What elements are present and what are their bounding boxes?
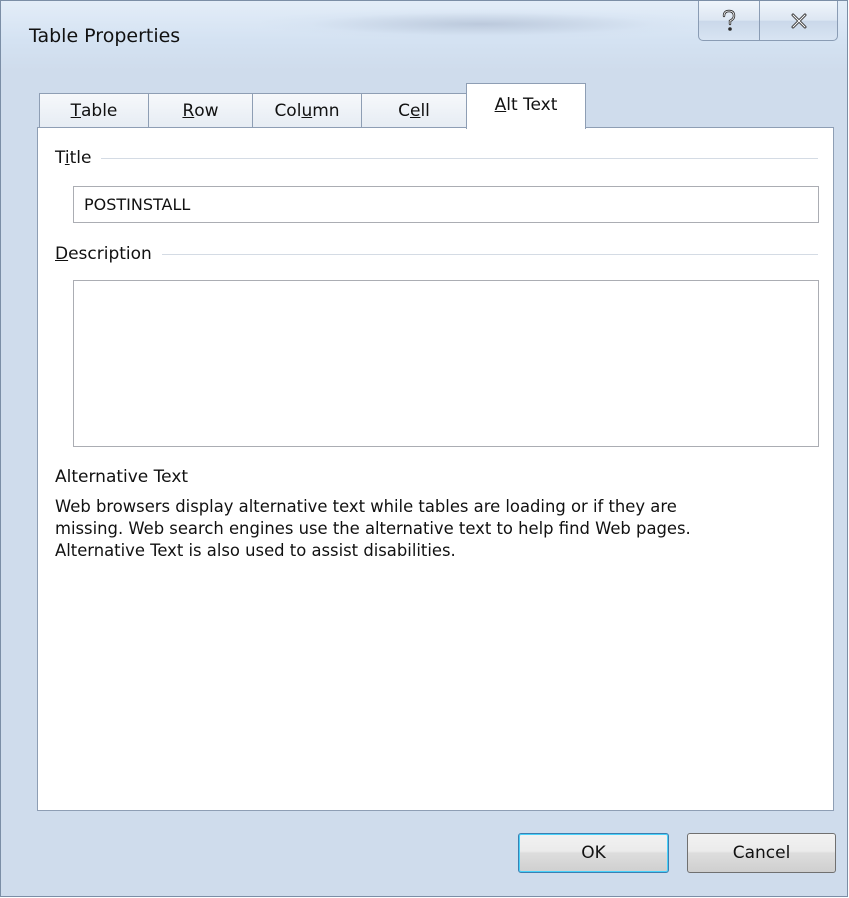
caption-buttons [698,1,838,41]
tab-cell-accesskey: e [409,101,421,121]
tab-column-accesskey: u [301,101,313,121]
description-label: Description [55,244,162,264]
tab-table[interactable]: Table [39,93,149,128]
tab-row[interactable]: Row [148,93,253,128]
description-label-post: escription [68,244,152,264]
description-input[interactable] [73,280,819,447]
description-section-rule [55,254,818,255]
close-icon [791,13,806,28]
tab-column-label-pre: Col [274,101,302,121]
tab-column-label: mn [312,101,340,121]
close-button[interactable] [760,1,838,41]
tab-alt-text-accesskey: A [494,95,507,115]
title-label-post: tle [69,148,92,168]
cancel-button[interactable]: Cancel [687,833,836,873]
titlebar-glow [261,9,701,39]
title-label: Title [55,148,102,168]
tab-row-accesskey: R [182,101,195,121]
title-label-pre: T [55,148,65,168]
tab-table-label: able [81,101,118,121]
title-input[interactable] [73,186,819,223]
alternative-text-heading: Alternative Text [55,467,189,487]
tab-table-accesskey: T [70,101,81,121]
help-button[interactable] [698,1,760,41]
description-label-accesskey: D [55,244,69,264]
table-properties-dialog: Table Properties Table Row Col u mn Cell… [0,0,848,897]
dialog-title: Table Properties [29,25,181,47]
tab-alt-text-label: lt Text [506,95,558,115]
tab-cell-label-pre: C [398,101,410,121]
tab-column[interactable]: Col u mn [252,93,362,128]
title-section-rule [55,158,818,159]
tab-row-label: ow [194,101,219,121]
alternative-text-description: Web browsers display alternative text wh… [55,497,691,560]
tab-alt-text[interactable]: Alt Text [466,83,586,129]
help-icon [722,9,736,31]
tab-cell-label: ll [420,101,430,121]
ok-button[interactable]: OK [518,833,669,873]
tab-cell[interactable]: Ce ll [361,93,467,128]
